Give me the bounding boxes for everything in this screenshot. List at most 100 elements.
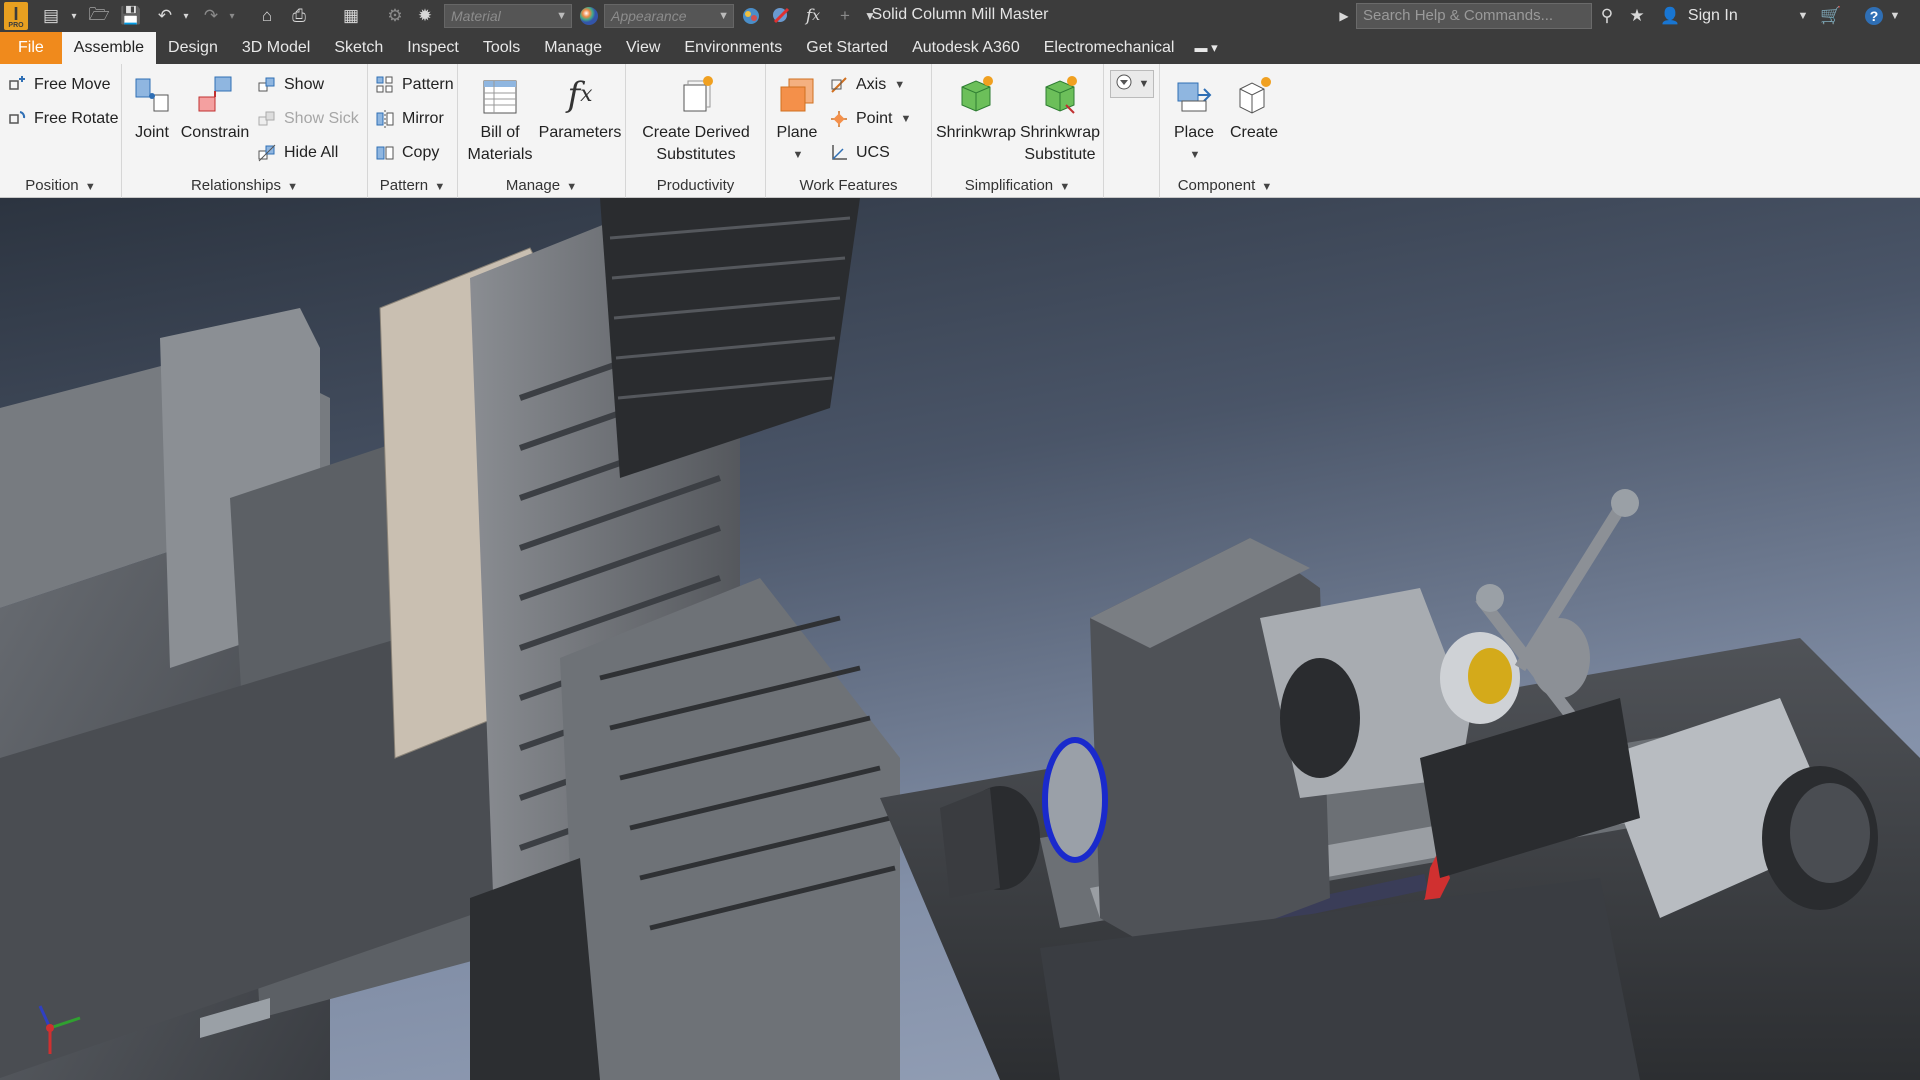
material-clear-icon[interactable] <box>768 4 794 28</box>
new-icon[interactable]: ▤ <box>38 4 64 28</box>
shrinkwrap-options-dropdown[interactable]: ▼ <box>1110 70 1154 98</box>
search-binoculars-icon[interactable]: ⚲ <box>1594 4 1620 28</box>
search-input[interactable]: Search Help & Commands... <box>1356 3 1592 29</box>
panel-title-simplification[interactable]: Simplification ▼ <box>932 177 1103 194</box>
graphics-viewport[interactable] <box>0 198 1920 1080</box>
create-derived-substitutes-icon <box>671 70 721 120</box>
cart-icon[interactable]: 🛒 <box>1818 4 1844 28</box>
free-move-icon <box>6 74 28 96</box>
expand-right-icon[interactable]: ▶ <box>1336 4 1352 28</box>
open-icon[interactable]: 🗁 <box>86 4 112 28</box>
panel-position: Free Move Free Rotate Position ▼ <box>0 64 122 198</box>
tab-environments[interactable]: Environments <box>672 32 794 64</box>
app-logo[interactable]: I PRO <box>4 2 28 30</box>
adjust-appearance-icon[interactable] <box>738 4 764 28</box>
shrinkwrap-button[interactable]: Shrinkwrap <box>934 70 1018 144</box>
mill-assembly-model[interactable] <box>0 198 1920 1080</box>
point-icon <box>828 108 850 130</box>
mirror-button[interactable]: Mirror <box>374 104 444 134</box>
show-button[interactable]: Show <box>256 70 324 100</box>
tab-autodesk-a360[interactable]: Autodesk A360 <box>900 32 1032 64</box>
place-button[interactable]: Place ▼ <box>1168 70 1220 166</box>
sign-in-button[interactable]: 👤 Sign In <box>1660 4 1738 28</box>
undo-dropdown-icon[interactable]: ▾ <box>180 4 192 28</box>
parameters-button[interactable]: fx Parameters <box>539 70 622 144</box>
print-icon[interactable]: ⎙ <box>286 4 312 28</box>
tab-get-started[interactable]: Get Started <box>794 32 900 64</box>
plane-dropdown-icon[interactable]: ▼ <box>793 144 804 166</box>
panel-extra: ▼ <box>1104 64 1160 198</box>
document-title: Solid Column Mill Master <box>871 6 1049 23</box>
tab-electromechanical[interactable]: Electromechanical <box>1032 32 1187 64</box>
point-dropdown-icon[interactable]: ▼ <box>900 113 911 125</box>
tab-3d-model[interactable]: 3D Model <box>230 32 322 64</box>
tab-manage[interactable]: Manage <box>532 32 614 64</box>
ribbon-display-options-icon[interactable]: ▬ ▾ <box>1186 32 1225 64</box>
show-icon <box>256 74 278 96</box>
joint-button[interactable]: Joint <box>128 70 176 144</box>
panel-component: Place ▼ Create Component ▼ <box>1160 64 1290 198</box>
plane-button[interactable]: Plane ▼ <box>772 70 822 166</box>
mirror-icon <box>374 108 396 130</box>
save-icon[interactable]: 💾 <box>118 4 144 28</box>
free-rotate-button[interactable]: Free Rotate <box>6 104 118 134</box>
hide-all-icon <box>256 142 278 164</box>
place-dropdown-icon[interactable]: ▼ <box>1190 144 1201 166</box>
create-component-button[interactable]: Create <box>1226 70 1282 144</box>
tab-view[interactable]: View <box>614 32 672 64</box>
home-icon[interactable]: ⌂ <box>254 4 280 28</box>
ucs-button[interactable]: UCS <box>828 138 890 168</box>
help-dropdown-icon[interactable]: ▼ <box>1888 4 1902 28</box>
favorites-star-icon[interactable]: ★ <box>1624 4 1650 28</box>
tab-file[interactable]: File <box>0 32 62 64</box>
show-sick-button[interactable]: Show Sick <box>256 104 359 134</box>
create-component-icon <box>1229 70 1279 120</box>
point-button[interactable]: Point ▼ <box>828 104 911 134</box>
tab-sketch[interactable]: Sketch <box>322 32 395 64</box>
options-circle-icon <box>1115 73 1133 95</box>
create-derived-substitutes-button[interactable]: Create Derived Substitutes <box>634 70 758 166</box>
undo-icon[interactable]: ↶ <box>152 4 178 28</box>
caret-down-icon: ▼ <box>84 181 96 193</box>
axis-dropdown-icon[interactable]: ▼ <box>894 79 905 91</box>
bill-of-materials-icon <box>475 70 525 120</box>
tab-tools[interactable]: Tools <box>471 32 532 64</box>
panel-title-relationships[interactable]: Relationships ▼ <box>122 177 367 194</box>
panel-title-position[interactable]: Position ▼ <box>0 177 121 194</box>
tab-inspect[interactable]: Inspect <box>395 32 471 64</box>
tab-assemble[interactable]: Assemble <box>61 32 157 64</box>
copy-icon <box>374 142 396 164</box>
redo-icon[interactable]: ↷ <box>198 4 224 28</box>
axis-button[interactable]: Axis ▼ <box>828 70 905 100</box>
panel-manage: Bill of Materials fx Parameters Manage ▼ <box>458 64 626 198</box>
panel-title-manage[interactable]: Manage ▼ <box>458 177 625 194</box>
caret-down-icon: ▼ <box>1138 78 1150 90</box>
parameters-fx-icon: fx <box>567 75 593 115</box>
panel-title-component[interactable]: Component ▼ <box>1160 177 1290 194</box>
signin-dropdown-icon[interactable]: ▼ <box>1796 4 1810 28</box>
material-combo[interactable]: Material ▼ <box>444 4 572 28</box>
title-bar: I PRO ▤ ▾ 🗁 💾 ↶ ▾ ↷ ▾ ⌂ ⎙ ▦ ⚙ ✹ Material ▼… <box>0 0 1920 32</box>
pattern-button[interactable]: Pattern <box>374 70 454 100</box>
new-dropdown-icon[interactable]: ▾ <box>68 4 80 28</box>
copy-button[interactable]: Copy <box>374 138 439 168</box>
ucs-icon <box>828 142 850 164</box>
measure-icon[interactable]: ▦ <box>338 4 364 28</box>
help-icon[interactable]: ? <box>1862 4 1886 28</box>
color-wheel-icon[interactable]: ✹ <box>412 4 438 28</box>
panel-pattern: Pattern Mirror Copy Pattern ▼ <box>368 64 458 198</box>
panel-productivity: Create Derived Substitutes Productivity <box>626 64 766 198</box>
free-rotate-icon <box>6 108 28 130</box>
redo-dropdown-icon[interactable]: ▾ <box>226 4 238 28</box>
axis-icon <box>828 74 850 96</box>
tab-design[interactable]: Design <box>156 32 230 64</box>
update-icon[interactable]: ⚙ <box>382 4 408 28</box>
bill-of-materials-button[interactable]: Bill of Materials <box>464 70 536 166</box>
panel-title-pattern[interactable]: Pattern ▼ <box>368 177 457 194</box>
hide-all-button[interactable]: Hide All <box>256 138 338 168</box>
free-move-button[interactable]: Free Move <box>6 70 110 100</box>
appearance-combo[interactable]: Appearance ▼ <box>604 4 734 28</box>
constrain-button[interactable]: Constrain <box>180 70 250 144</box>
shrinkwrap-substitute-button[interactable]: Shrinkwrap Substitute <box>1018 70 1102 166</box>
ribbon: Free Move Free Rotate Position ▼ Joint C… <box>0 64 1920 198</box>
